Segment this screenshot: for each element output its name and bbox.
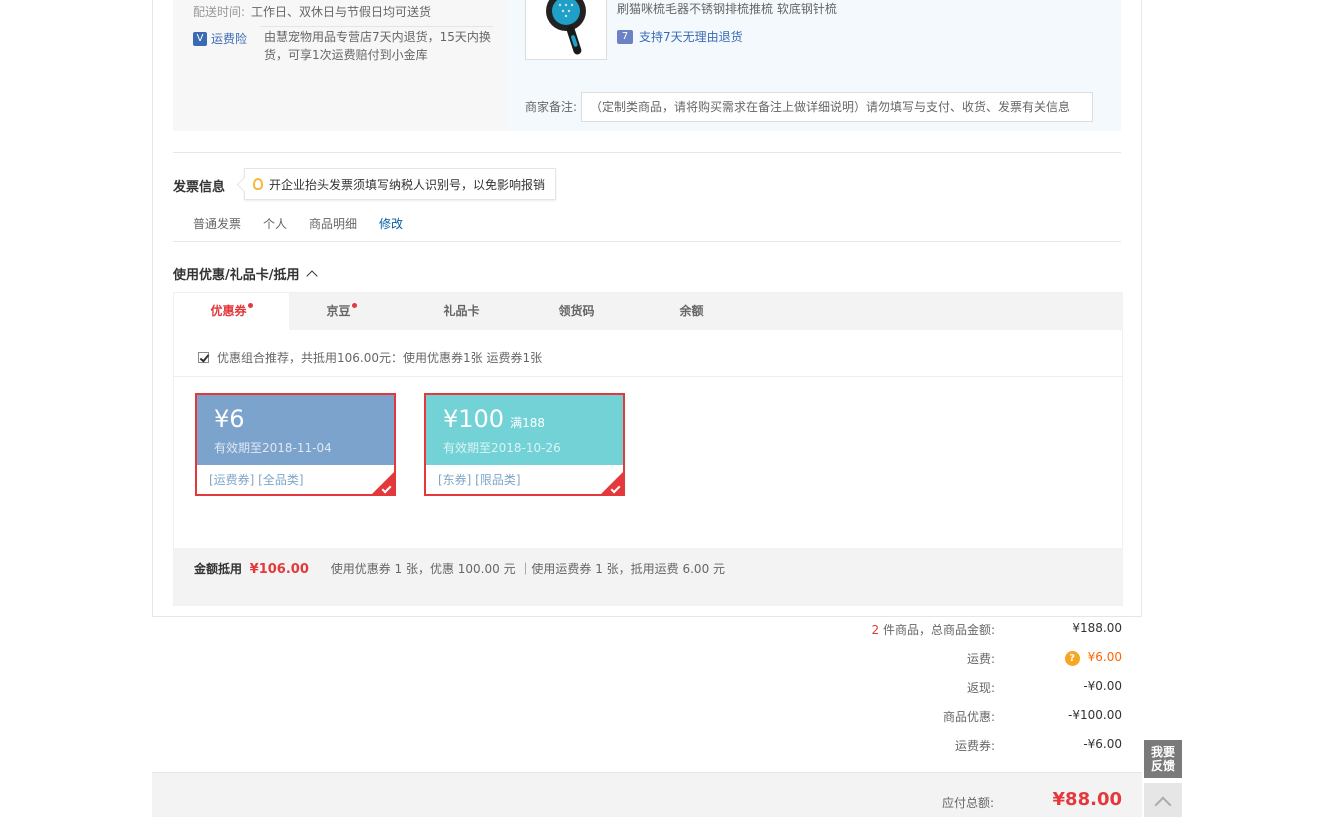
freight-value-wrap: ? ¥6.00 bbox=[1064, 650, 1122, 666]
deduction-label: 金额抵用 bbox=[194, 562, 243, 576]
freight-row: 运费: ? ¥6.00 bbox=[722, 650, 1122, 668]
feedback-button[interactable]: 我要 反馈 bbox=[1144, 740, 1182, 778]
deduction-summary: 金额抵用 ¥106.00 使用优惠券 1 张，优惠 100.00 元 ｜使用运费… bbox=[174, 548, 1123, 606]
combo-text: 优惠组合推荐，共抵用106.00元：使用优惠券1张 运费券1张 bbox=[217, 351, 543, 365]
combo-recommendation: 优惠组合推荐，共抵用106.00元：使用优惠券1张 运费券1张 bbox=[198, 349, 542, 366]
product-image[interactable] bbox=[525, 0, 607, 60]
payable-value: ¥88.00 bbox=[1052, 789, 1122, 810]
freight-coupon-row: 运费券: -¥6.00 bbox=[722, 737, 1122, 755]
payable-label: 应付总额: bbox=[941, 796, 994, 810]
return-policy: 7 支持7天无理由退货 bbox=[617, 28, 743, 45]
invoice-details: 普通发票 个人 商品明细 修改 bbox=[193, 215, 425, 232]
tab-balance[interactable]: 余额 bbox=[634, 293, 749, 331]
coupon-card-head: ¥6 有效期至2018-11-04 bbox=[197, 395, 394, 465]
tab-redeem-code[interactable]: 领货码 bbox=[519, 293, 634, 331]
deduction-detail: 使用优惠券 1 张，优惠 100.00 元 ｜使用运费券 1 张，抵用运费 6.… bbox=[330, 562, 726, 576]
return-policy-text: 支持7天无理由退货 bbox=[639, 30, 743, 44]
discount-label: 商品优惠: bbox=[942, 710, 995, 724]
tab-jingdou[interactable]: 京豆 bbox=[284, 293, 399, 331]
combo-checkbox[interactable] bbox=[198, 352, 209, 363]
payable-bar: 应付总额: ¥88.00 bbox=[152, 772, 1142, 817]
freight-value: ¥6.00 bbox=[1087, 650, 1122, 664]
shield-icon: V bbox=[193, 31, 207, 46]
coupon-amount-value: ¥100 bbox=[443, 405, 505, 433]
invoice-tip: 开企业抬头发票须填写纳税人识别号，以免影响报销 bbox=[244, 168, 557, 200]
coupon-card-jd[interactable]: ¥100 满188 有效期至2018-10-26 [东券] [限品类] bbox=[424, 393, 625, 496]
cashback-label: 返现: bbox=[966, 681, 995, 695]
seven-day-return-icon: 7 bbox=[617, 29, 633, 44]
total-items-value: ¥188.00 bbox=[1072, 621, 1122, 635]
back-to-top-button[interactable] bbox=[1144, 783, 1182, 817]
notification-dot bbox=[247, 303, 253, 308]
merchant-remark-label: 商家备注: bbox=[525, 100, 578, 114]
coupon-expiry: 有效期至2018-10-26 bbox=[443, 441, 561, 455]
divider bbox=[173, 241, 1121, 242]
coupon-tags: [运费券] [全品类] bbox=[209, 473, 304, 487]
divider bbox=[260, 26, 493, 27]
feedback-line2: 反馈 bbox=[1150, 759, 1175, 773]
coupon-panel: 优惠券 京豆 礼品卡 领货码 余额 优惠组合推荐，共抵用106.00元：使用优惠… bbox=[173, 292, 1123, 606]
freight-label: 运费: bbox=[966, 652, 995, 666]
freight-coupon-label: 运费券: bbox=[954, 739, 995, 753]
divider bbox=[174, 376, 1123, 377]
coupon-tags: [东券] [限品类] bbox=[438, 473, 521, 487]
discount-value: -¥100.00 bbox=[1068, 708, 1122, 722]
delivery-time: 配送时间: 工作日、双休日与节假日均可送货 bbox=[193, 3, 431, 20]
chevron-up-icon bbox=[305, 269, 318, 282]
freight-insurance-label: 运费险 bbox=[211, 32, 248, 46]
coupon-condition: 满188 bbox=[510, 416, 545, 430]
notification-dot bbox=[351, 303, 357, 308]
freight-coupon-value: -¥6.00 bbox=[1083, 737, 1122, 751]
total-items-row: 2 件商品，总商品金额: ¥188.00 bbox=[722, 621, 1122, 639]
total-items-label: 2 件商品，总商品金额: bbox=[871, 621, 995, 638]
invoice-header: 个人 bbox=[263, 217, 288, 231]
lightbulb-icon bbox=[253, 178, 263, 190]
coupon-expiry: 有效期至2018-11-04 bbox=[214, 441, 332, 455]
coupon-section-title: 使用优惠/礼品卡/抵用 bbox=[173, 268, 300, 283]
tab-coupons[interactable]: 优惠券 bbox=[174, 293, 289, 331]
deduction-amount: ¥106.00 bbox=[249, 562, 309, 577]
tab-gift-card[interactable]: 礼品卡 bbox=[404, 293, 519, 331]
comb-icon bbox=[546, 0, 586, 55]
freight-insurance-text: 由慧宠物用品专营店7天内退货，15天内换货，可享1次运费赔付到小金库 bbox=[264, 30, 491, 62]
invoice-content: 商品明细 bbox=[309, 217, 358, 231]
tab-label: 优惠券 bbox=[210, 304, 247, 318]
coupon-section-toggle[interactable]: 使用优惠/礼品卡/抵用 bbox=[173, 264, 318, 283]
product-title[interactable]: 刷猫咪梳毛器不锈钢排梳推梳 软底钢针梳 bbox=[617, 0, 837, 17]
invoice-title: 发票信息 bbox=[173, 180, 226, 195]
invoice-type: 普通发票 bbox=[193, 217, 242, 231]
items-count: 2 bbox=[871, 623, 880, 637]
tab-label: 京豆 bbox=[326, 304, 351, 318]
cashback-row: 返现: -¥0.00 bbox=[722, 679, 1122, 697]
coupon-amount: ¥6 bbox=[214, 405, 394, 433]
delivery-time-label: 配送时间: bbox=[193, 5, 246, 19]
coupon-card-head: ¥100 满188 有效期至2018-10-26 bbox=[426, 395, 623, 465]
coupon-card-freight[interactable]: ¥6 有效期至2018-11-04 [运费券] [全品类] bbox=[195, 393, 396, 496]
tab-label: 余额 bbox=[679, 304, 704, 318]
items-label-text: 件商品，总商品金额: bbox=[882, 623, 995, 637]
delivery-time-value: 工作日、双休日与节假日均可送货 bbox=[251, 5, 432, 19]
tab-label: 礼品卡 bbox=[443, 304, 480, 318]
question-icon[interactable]: ? bbox=[1064, 651, 1080, 666]
arrow-up-icon bbox=[1154, 796, 1172, 814]
invoice-tip-text: 开企业抬头发票须填写纳税人识别号，以免影响报销 bbox=[269, 177, 546, 192]
cashback-value: -¥0.00 bbox=[1083, 679, 1122, 693]
tab-label: 领货码 bbox=[558, 304, 595, 318]
invoice-edit-link[interactable]: 修改 bbox=[379, 215, 403, 232]
merchant-remark-input[interactable]: （定制类商品，请将购买需求在备注上做详细说明）请勿填写与支付、收货、发票有关信息 bbox=[581, 92, 1093, 122]
coupon-tabbar: 优惠券 京豆 礼品卡 领货码 余额 bbox=[174, 293, 1123, 331]
coupon-amount: ¥100 满188 bbox=[443, 405, 623, 433]
freight-insurance-link[interactable]: V 运费险 bbox=[193, 30, 247, 47]
coupon-amount-value: ¥6 bbox=[214, 405, 245, 433]
discount-row: 商品优惠: -¥100.00 bbox=[722, 708, 1122, 726]
feedback-line1: 我要 bbox=[1150, 745, 1175, 759]
divider bbox=[173, 152, 1121, 153]
